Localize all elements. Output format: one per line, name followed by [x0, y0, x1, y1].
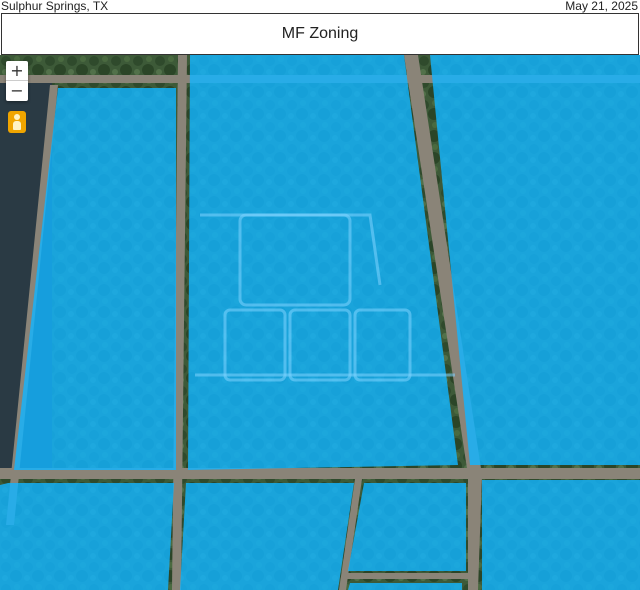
pegman-icon[interactable] — [8, 111, 26, 133]
zoom-out-button[interactable]: − — [6, 81, 28, 101]
zoning-parcel-southeast[interactable] — [482, 480, 640, 590]
zoning-parcel-south-small[interactable] — [348, 483, 466, 571]
pegman-head — [14, 114, 20, 120]
road-south-minor-ew — [345, 573, 470, 579]
zoning-overlays — [0, 55, 640, 590]
zoning-parcel-south-center[interactable] — [180, 483, 354, 590]
date-label: May 21, 2025 — [565, 0, 638, 13]
satellite-map[interactable] — [0, 55, 640, 590]
zoning-parcel-bottom-strip[interactable] — [348, 583, 462, 590]
zoom-in-button[interactable]: + — [6, 61, 28, 81]
map-title-bar: MF Zoning — [1, 13, 639, 55]
zoning-parcel-southwest[interactable] — [0, 483, 174, 590]
zoom-control: + − — [6, 61, 28, 101]
map-title: MF Zoning — [281, 25, 359, 42]
header-meta-row: Sulphur Springs, TX May 21, 2025 — [0, 0, 640, 13]
map-view[interactable]: + − — [0, 55, 640, 590]
location-label: Sulphur Springs, TX — [1, 0, 109, 13]
pegman-body — [13, 121, 21, 130]
